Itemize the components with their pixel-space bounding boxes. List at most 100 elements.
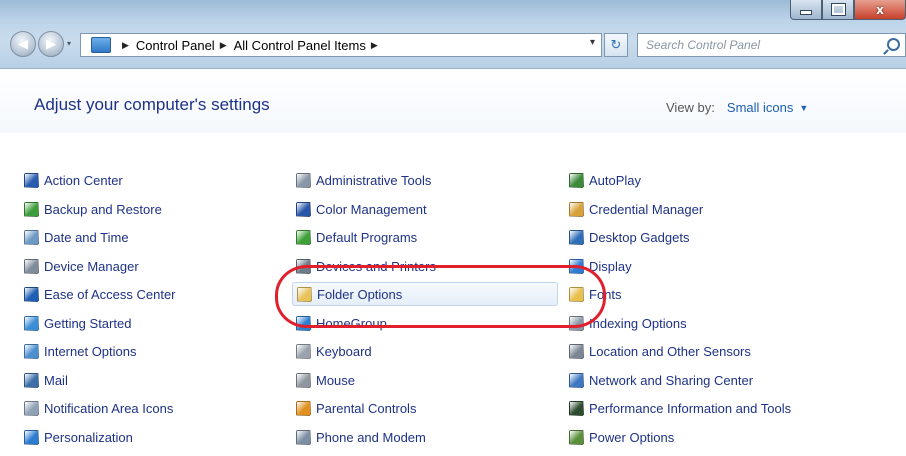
control-panel-item-label: HomeGroup [316,315,387,331]
phone-modem-icon [296,429,311,445]
desktop-gadgets-icon [569,229,584,245]
control-panel-item[interactable]: Ease of Access Center [24,282,176,306]
control-panel-item[interactable]: Desktop Gadgets [569,225,689,249]
control-panel-item-label: Device Manager [44,258,139,274]
control-panel-item[interactable]: Administrative Tools [296,168,431,192]
control-panel-item[interactable]: Display [569,254,632,278]
color-management-icon [296,201,311,217]
control-panel-item[interactable]: Internet Options [24,339,137,363]
breadcrumb-separator-icon[interactable]: ▶ [371,40,378,51]
breadcrumb-all-items[interactable]: All Control Panel Items [234,38,366,53]
ease-of-access-icon [24,286,39,302]
control-panel-item[interactable]: Phone and Modem [296,425,426,449]
back-arrow-icon: ◀ [18,36,28,52]
fonts-icon [569,286,584,302]
breadcrumb-separator-icon[interactable]: ▶ [122,40,129,51]
page-title: Adjust your computer's settings [34,95,270,114]
recent-pages-dropdown[interactable]: ▾ [67,39,71,48]
control-panel-item[interactable]: Mail [24,368,68,392]
control-panel-item[interactable]: Credential Manager [569,197,703,221]
refresh-icon: ↻ [610,37,622,53]
control-panel-item-label: Mouse [316,372,356,388]
search-input[interactable]: Search Control Panel [637,33,906,57]
control-panel-item[interactable]: Color Management [296,197,427,221]
control-panel-item[interactable]: Power Options [569,425,674,449]
control-panel-item[interactable]: Default Programs [296,225,417,249]
back-button[interactable]: ◀ [10,31,36,57]
control-panel-item[interactable]: Keyboard [296,339,372,363]
refresh-button[interactable]: ↻ [604,33,628,57]
control-panel-item-label: Action Center [44,172,123,188]
control-panel-item-label: Location and Other Sensors [589,343,751,359]
flag-icon [24,172,39,188]
view-by: View by: Small icons ▼ [666,100,808,115]
network-sharing-icon [569,372,584,388]
page-header: Adjust your computer's settings View by:… [0,69,906,133]
control-panel-item[interactable]: Mouse [296,368,355,392]
control-panel-item-label: Display [589,258,632,274]
search-icon[interactable] [887,38,900,51]
breadcrumb-separator-icon[interactable]: ▶ [220,40,227,51]
default-programs-icon [296,229,311,245]
control-panel-item[interactable]: Location and Other Sensors [569,339,751,363]
getting-started-icon [24,315,39,331]
control-panel-item[interactable]: Personalization [24,425,133,449]
address-bar[interactable]: ▶ Control Panel ▶ All Control Panel Item… [80,33,602,57]
forward-button[interactable]: ▶ [38,31,64,57]
control-panel-item-label: Personalization [44,429,133,445]
address-dropdown-icon[interactable]: ▾ [590,37,595,48]
control-panel-item[interactable]: Device Manager [24,254,139,278]
control-panel-item-label: Parental Controls [316,400,417,416]
control-panel-item-label: Credential Manager [589,201,704,217]
control-panel-item[interactable]: Network and Sharing Center [569,368,753,392]
view-by-label: View by: [666,100,715,115]
control-panel-item-label: Default Programs [316,229,418,245]
close-icon: x [876,2,884,17]
control-panel-item-label: Devices and Printers [316,258,436,274]
control-panel-item[interactable]: AutoPlay [569,168,641,192]
control-panel-item[interactable]: Action Center [24,168,123,192]
search-placeholder: Search Control Panel [646,38,761,52]
maximize-button[interactable] [822,0,854,20]
window-controls: x [790,0,906,22]
control-panel-item[interactable]: Fonts [569,282,622,306]
location-sensors-icon [569,343,584,359]
control-panel-item-label: Getting Started [44,315,132,331]
control-panel-item-label: Backup and Restore [44,201,162,217]
control-panel-item-label: Internet Options [44,343,137,359]
control-panel-item[interactable]: HomeGroup [296,311,387,335]
mouse-icon [296,372,311,388]
credential-manager-icon [569,201,584,217]
control-panel-item-label: Folder Options [317,286,403,302]
homegroup-icon [296,315,311,331]
control-panel-item-label: Performance Information and Tools [589,400,792,416]
close-button[interactable]: x [854,0,906,20]
forward-arrow-icon: ▶ [46,36,56,52]
minimize-button[interactable] [790,0,822,20]
control-panel-item-label: Phone and Modem [316,429,426,445]
view-by-dropdown[interactable]: Small icons [727,100,793,115]
control-panel-item[interactable]: Devices and Printers [296,254,436,278]
control-panel-item[interactable]: Getting Started [24,311,131,335]
control-panel-item-label: Administrative Tools [316,172,432,188]
control-panel-item[interactable]: Date and Time [24,225,129,249]
control-panel-item[interactable]: Folder Options [292,282,558,306]
printer-icon [296,258,311,274]
control-panel-item-label: Power Options [589,429,675,445]
control-panel-item-label: Desktop Gadgets [589,229,690,245]
control-panel-item-label: Fonts [589,286,622,302]
breadcrumb-control-panel[interactable]: Control Panel [136,38,215,53]
parental-controls-icon [296,400,311,416]
keyboard-icon [296,343,311,359]
mail-icon [24,372,39,388]
chevron-down-icon[interactable]: ▼ [799,103,808,113]
control-panel-item[interactable]: Parental Controls [296,396,416,420]
notification-area-icon [24,400,39,416]
control-panel-item[interactable]: Performance Information and Tools [569,396,791,420]
minimize-icon [800,10,812,15]
control-panel-item-label: Indexing Options [589,315,687,331]
control-panel-item[interactable]: Notification Area Icons [24,396,173,420]
administrative-tools-icon [296,172,311,188]
control-panel-item[interactable]: Indexing Options [569,311,687,335]
control-panel-item[interactable]: Backup and Restore [24,197,162,221]
